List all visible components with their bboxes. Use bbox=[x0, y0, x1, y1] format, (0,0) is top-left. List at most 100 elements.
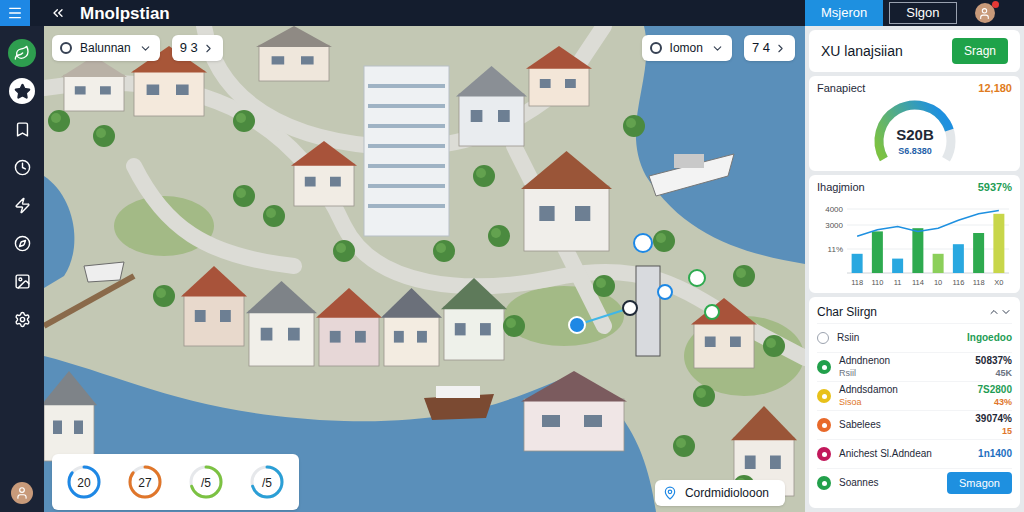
tree bbox=[48, 110, 70, 132]
chart-card: Ihagjmion5937%4000300011%118110111141011… bbox=[809, 175, 1020, 294]
tree bbox=[233, 185, 255, 207]
sidebar bbox=[0, 26, 44, 512]
building bbox=[291, 141, 357, 206]
lighthouse bbox=[636, 266, 660, 356]
list-row[interactable]: AdndnenonRsiil50837%45K bbox=[817, 352, 1012, 381]
tree bbox=[333, 240, 355, 262]
list-card: Char SlirgnRsiinIngoedooAdndnenonRsiil50… bbox=[809, 297, 1020, 508]
filter-value-text: 9 3 bbox=[180, 38, 198, 58]
sidebar-item[interactable] bbox=[9, 72, 35, 110]
list-row[interactable]: Anichest Sl.Adndean1n1400 bbox=[817, 439, 1012, 468]
map-pin-icon[interactable] bbox=[634, 234, 652, 252]
sidebar-item[interactable] bbox=[9, 224, 35, 262]
radio-icon bbox=[650, 42, 662, 54]
project-button[interactable]: Sragn bbox=[952, 38, 1008, 64]
bookmark-icon bbox=[14, 121, 31, 138]
location-icon bbox=[663, 486, 677, 500]
map-pin-icon[interactable] bbox=[623, 301, 637, 315]
menu-button[interactable] bbox=[0, 0, 30, 26]
budget-card: Fanapiect12,180S20BS6.8380 bbox=[809, 76, 1020, 171]
svg-text:3000: 3000 bbox=[825, 221, 843, 230]
back-icon[interactable] bbox=[50, 5, 66, 21]
chevron-up-icon[interactable] bbox=[988, 306, 1000, 318]
tree bbox=[488, 225, 510, 247]
tree bbox=[263, 205, 285, 227]
user-icon bbox=[978, 7, 991, 20]
svg-text:118: 118 bbox=[851, 278, 863, 287]
filter-label: Balunnan bbox=[80, 39, 131, 57]
chevron-down-icon[interactable] bbox=[1000, 306, 1012, 318]
map-pin-icon[interactable] bbox=[569, 317, 585, 333]
action-button[interactable]: Smagon bbox=[947, 472, 1012, 495]
tree bbox=[433, 240, 455, 262]
list-row[interactable]: AdndsdamonSisoa7S280043% bbox=[817, 381, 1012, 410]
ring-gauge: /5 bbox=[186, 462, 226, 502]
svg-text:20: 20 bbox=[77, 476, 91, 490]
tree bbox=[763, 335, 785, 357]
filter-value-text: 7 4 bbox=[752, 38, 770, 58]
svg-text:X0: X0 bbox=[994, 278, 1003, 287]
header-tab[interactable]: Slgon bbox=[889, 2, 956, 24]
ring-gauge: /5 bbox=[247, 462, 287, 502]
city-map[interactable] bbox=[44, 26, 805, 512]
right-panel: XU lanajsiianSragnFanapiect12,180S20BS6.… bbox=[805, 26, 1024, 512]
chart-bar bbox=[912, 228, 923, 273]
list-row[interactable]: SoannesSmagon bbox=[817, 468, 1012, 497]
chart-bar bbox=[993, 214, 1004, 273]
list-row[interactable]: Sabelees39074%15 bbox=[817, 410, 1012, 439]
svg-text:118: 118 bbox=[973, 278, 985, 287]
sidebar-item[interactable] bbox=[9, 262, 35, 300]
status-dot-icon bbox=[817, 447, 831, 461]
tree bbox=[503, 315, 525, 337]
building bbox=[381, 288, 442, 366]
boat bbox=[649, 154, 734, 196]
sidebar-item[interactable] bbox=[9, 300, 35, 338]
app-title: Mnolpstian bbox=[80, 5, 170, 22]
building bbox=[44, 371, 97, 461]
radio-icon[interactable] bbox=[817, 332, 829, 344]
sidebar-item[interactable] bbox=[9, 110, 35, 148]
map-view[interactable]: Balunnan9 3Iomon7 42027/5/5Cordmidiolooo… bbox=[44, 26, 805, 512]
profile-avatar[interactable] bbox=[11, 482, 33, 504]
budget-title: Fanapiect bbox=[817, 80, 865, 97]
filter-dropdown[interactable]: Iomon bbox=[642, 35, 732, 61]
chart-change: 5937% bbox=[978, 179, 1012, 196]
chart-bar bbox=[852, 254, 863, 273]
sidebar-item[interactable] bbox=[9, 148, 35, 186]
filter-dropdown[interactable]: Balunnan bbox=[52, 35, 160, 61]
row-value: 39074% bbox=[975, 413, 1012, 425]
svg-text:/5: /5 bbox=[201, 476, 211, 490]
radio-icon bbox=[60, 42, 72, 54]
sidebar-item[interactable] bbox=[9, 186, 35, 224]
bar-chart: 4000300011%1181101111410116118X0 bbox=[817, 195, 1012, 289]
boat bbox=[424, 386, 494, 420]
tree bbox=[653, 230, 675, 252]
chart-bar bbox=[892, 259, 903, 273]
land bbox=[44, 26, 805, 512]
menu-icon bbox=[7, 5, 23, 21]
svg-text:110: 110 bbox=[871, 278, 883, 287]
header-tab[interactable]: Msjeron bbox=[805, 0, 883, 26]
filter-label: Iomon bbox=[670, 39, 703, 57]
boat bbox=[84, 262, 124, 282]
map-pin-icon[interactable] bbox=[658, 285, 672, 299]
filter-value[interactable]: 7 4 bbox=[744, 35, 795, 61]
notification-badge bbox=[992, 1, 999, 8]
list-row[interactable]: RsiinIngoedoo bbox=[817, 323, 1012, 352]
filter-value[interactable]: 9 3 bbox=[172, 35, 223, 61]
map-pin-icon[interactable] bbox=[689, 270, 705, 286]
building bbox=[61, 56, 127, 111]
user-icon bbox=[15, 486, 29, 500]
location-label[interactable]: Cordmidiolooon bbox=[655, 480, 785, 506]
user-avatar[interactable] bbox=[975, 3, 995, 23]
sidebar-item[interactable] bbox=[8, 34, 36, 72]
row-sub-value: 15 bbox=[1002, 425, 1012, 437]
row-name: Adndsdamon bbox=[839, 384, 970, 396]
building bbox=[521, 151, 612, 251]
svg-text:114: 114 bbox=[912, 278, 924, 287]
tree bbox=[593, 275, 615, 297]
row-sub: Rsiil bbox=[839, 367, 967, 379]
map-pin-icon[interactable] bbox=[705, 305, 719, 319]
budget-value: 12,180 bbox=[978, 80, 1012, 97]
top-bar: Mnolpstian Msjeron Slgon bbox=[0, 0, 1024, 26]
